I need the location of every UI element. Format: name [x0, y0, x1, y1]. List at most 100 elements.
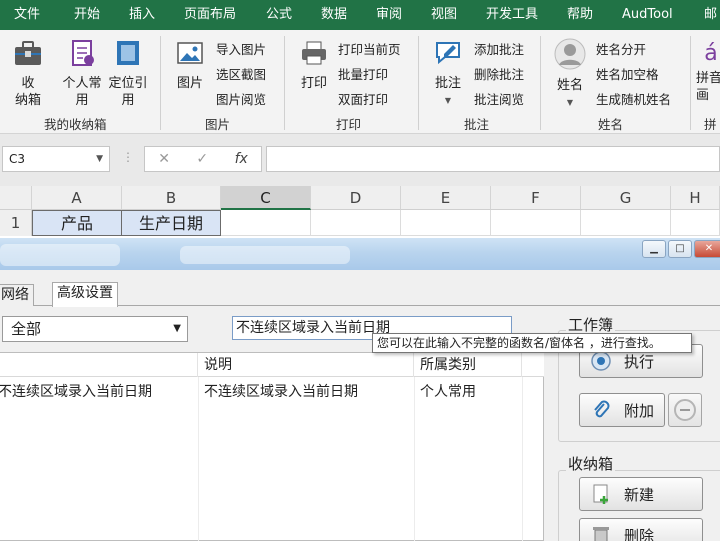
cell-d1[interactable]: [311, 210, 401, 236]
workbook-group-label: 工作簿: [566, 314, 616, 335]
tab-audtool[interactable]: AudTool: [622, 0, 673, 30]
attach-button[interactable]: 附加: [579, 393, 665, 427]
random-name-label: 生成随机姓名: [596, 91, 672, 107]
tab-network[interactable]: 网络: [0, 284, 34, 306]
delete-comment-button[interactable]: 删除批注: [474, 63, 524, 83]
tab-mail[interactable]: 邮: [704, 0, 717, 30]
formula-input[interactable]: [266, 146, 720, 172]
pinyin-button[interactable]: á 拼音 画: [696, 38, 720, 104]
list-header-name[interactable]: [0, 353, 198, 377]
ribbon-tab-bar: 文件 开始 插入 页面布局 公式 数据 审阅 视图 开发工具 帮助 AudToo…: [0, 0, 720, 30]
group-label-storage: 我的收纳箱: [44, 117, 107, 132]
cell-a1[interactable]: 产品: [32, 210, 122, 236]
list-header-category[interactable]: 所属类别: [414, 353, 522, 377]
picture-label: 图片: [176, 76, 203, 91]
column-header-a[interactable]: A: [32, 186, 122, 210]
name-button[interactable]: 姓名 ▼: [552, 38, 588, 111]
storage-group-label: 收纳箱: [566, 453, 616, 474]
import-picture-button[interactable]: 导入图片: [216, 38, 266, 58]
list-header-description[interactable]: 说明: [198, 353, 414, 377]
column-header-e[interactable]: E: [401, 186, 491, 210]
paperclip-icon: [594, 400, 610, 418]
picture-view-button[interactable]: 图片阅览: [216, 88, 266, 108]
formula-bar: C3 ▼ ⋮ ✕ ✓ fx: [0, 134, 720, 186]
close-icon[interactable]: ✕: [694, 240, 720, 258]
group-label-name: 姓名: [598, 117, 624, 132]
group-separator: [284, 36, 285, 130]
picture-button[interactable]: 图片: [170, 38, 210, 92]
tab-advanced-settings[interactable]: 高级设置: [52, 282, 118, 307]
group-label-comment: 批注: [464, 117, 490, 132]
cell-e1[interactable]: [401, 210, 491, 236]
tab-review[interactable]: 审阅: [376, 0, 402, 30]
minus-circle-icon: [674, 399, 696, 421]
area-screenshot-button[interactable]: 选区截图: [216, 63, 266, 83]
personal-button[interactable]: 个人常 用: [60, 38, 104, 109]
delete-button[interactable]: 删除: [579, 518, 703, 541]
cell-g1[interactable]: [581, 210, 671, 236]
view-comment-button[interactable]: 批注阅览: [474, 88, 524, 108]
remove-button[interactable]: [668, 393, 702, 427]
group-label-pinyin: 拼: [704, 117, 717, 132]
batch-print-button[interactable]: 批量打印: [338, 63, 388, 83]
name-space-button[interactable]: 姓名加空格: [596, 63, 659, 83]
tab-page-layout[interactable]: 页面布局: [184, 0, 236, 30]
tab-developer[interactable]: 开发工具: [486, 0, 538, 30]
cell-b1[interactable]: 生产日期: [121, 210, 221, 236]
comment-button[interactable]: 批注 ▼: [430, 38, 466, 109]
category-select[interactable]: 全部 ▼: [2, 316, 188, 342]
tab-view[interactable]: 视图: [431, 0, 457, 30]
duplex-print-button[interactable]: 双面打印: [338, 88, 388, 108]
column-header-h[interactable]: H: [671, 186, 720, 210]
locate-reference-button[interactable]: 定位引 用: [106, 38, 150, 109]
tab-file[interactable]: 文件: [14, 0, 40, 30]
cell-c1[interactable]: [221, 210, 311, 236]
name-box[interactable]: C3 ▼: [2, 146, 110, 172]
column-header-f[interactable]: F: [491, 186, 581, 210]
ribbon: 收 纳箱 个人常 用 定位引 用 我的收纳箱 图片 导入图片 选区截图 图片阅览: [0, 30, 720, 134]
cancel-icon[interactable]: ✕: [158, 151, 170, 167]
tab-insert[interactable]: 插入: [129, 0, 155, 30]
list-item[interactable]: 不连续区域录入当前日期 不连续区域录入当前日期 个人常用: [0, 379, 544, 405]
dialog-title-bar[interactable]: ▁ □ ✕: [0, 238, 720, 270]
cell-f1[interactable]: [491, 210, 581, 236]
function-icon[interactable]: fx: [235, 151, 248, 167]
column-header-g[interactable]: G: [581, 186, 671, 210]
row-header-1[interactable]: 1: [0, 210, 32, 236]
list-item-name: 不连续区域录入当前日期: [0, 384, 152, 400]
add-comment-button[interactable]: 添加批注: [474, 38, 524, 58]
maximize-icon[interactable]: □: [668, 240, 692, 258]
minimize-icon[interactable]: ▁: [642, 240, 666, 258]
split-name-button[interactable]: 姓名分开: [596, 38, 646, 58]
delete-label: 删除: [624, 526, 655, 541]
column-header-d[interactable]: D: [311, 186, 401, 210]
new-button[interactable]: 新建: [579, 477, 703, 511]
add-comment-label: 添加批注: [474, 41, 525, 57]
tab-formulas[interactable]: 公式: [266, 0, 292, 30]
document-star-icon: [72, 40, 94, 66]
comment-label: 批注: [434, 76, 461, 91]
function-list[interactable]: 说明 所属类别 不连续区域录入当前日期 不连续区域录入当前日期 个人常用: [0, 352, 544, 541]
chevron-down-icon[interactable]: ▼: [96, 147, 103, 171]
search-tooltip: 您可以在此输入不完整的函数名/窗体名 ，进行查找。: [372, 333, 692, 353]
group-separator: [540, 36, 541, 130]
confirm-icon[interactable]: ✓: [196, 151, 208, 167]
category-select-value: 全部: [11, 320, 42, 338]
column-header-c[interactable]: C: [221, 186, 311, 210]
tab-help[interactable]: 帮助: [567, 0, 593, 30]
storage-box-button[interactable]: 收 纳箱: [8, 38, 48, 109]
cell-h1[interactable]: [671, 210, 720, 236]
select-all-corner[interactable]: [0, 186, 32, 210]
random-name-button[interactable]: 生成随机姓名: [596, 88, 671, 108]
tab-data[interactable]: 数据: [321, 0, 347, 30]
group-label-print: 打印: [336, 117, 362, 132]
print-button[interactable]: 打印: [296, 38, 332, 92]
print-current-page-button[interactable]: 打印当前页: [338, 38, 401, 58]
drag-handle-icon[interactable]: ⋮: [122, 150, 134, 164]
list-item-description: 不连续区域录入当前日期: [204, 384, 358, 400]
picture-icon: [177, 42, 203, 64]
chevron-down-icon[interactable]: ▼: [173, 317, 181, 341]
column-header-b[interactable]: B: [122, 186, 221, 210]
tab-home[interactable]: 开始: [74, 0, 100, 30]
execute-icon: [591, 351, 611, 371]
